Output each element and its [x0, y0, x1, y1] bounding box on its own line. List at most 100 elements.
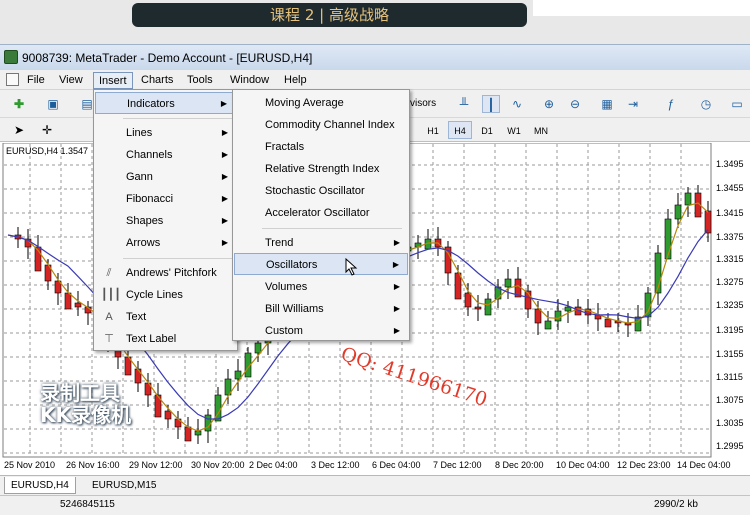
- indicator-group-custom[interactable]: Custom ▶: [234, 320, 408, 342]
- timeframe-d1[interactable]: D1: [475, 121, 499, 139]
- text-icon: A: [105, 311, 113, 323]
- insert-fibonacci[interactable]: Fibonacci ▶: [95, 188, 236, 210]
- banner-blank: [533, 0, 750, 16]
- candle-body: [544, 320, 552, 330]
- time-axis-label: 12 Dec 23:00: [617, 460, 671, 470]
- price-axis-label: 1.3495: [716, 159, 744, 169]
- cursor-tool-icon[interactable]: ➤: [10, 121, 28, 139]
- price-axis-label: 1.3195: [716, 325, 744, 335]
- submenu-arrow-icon: ▶: [220, 99, 227, 108]
- candle-body: [534, 308, 542, 324]
- profiles-icon[interactable]: ▣: [44, 95, 62, 113]
- timeframe-w1[interactable]: W1: [502, 121, 526, 139]
- candlestick-icon[interactable]: ┃: [482, 95, 500, 113]
- bar-chart-icon[interactable]: ╨: [455, 95, 473, 113]
- price-axis-label: 1.3375: [716, 232, 744, 242]
- candle-body: [474, 306, 482, 310]
- insert-channels[interactable]: Channels ▶: [95, 144, 236, 166]
- templates-icon[interactable]: ▭: [728, 95, 746, 113]
- insert-indicators-label: Indicators: [127, 98, 175, 110]
- time-axis-label: 14 Dec 04:00: [677, 460, 731, 470]
- timeframe-h1[interactable]: H1: [421, 121, 445, 139]
- price-axis-label: 1.3235: [716, 300, 744, 310]
- submenu-arrow-icon: ▶: [393, 326, 400, 335]
- tab-eurusd-m15[interactable]: EURUSD,M15: [86, 477, 162, 494]
- price-axis-label: 1.3035: [716, 418, 744, 428]
- oscillators-label: Oscillators: [266, 259, 318, 271]
- price-axis-label: 1.3115: [716, 372, 743, 382]
- expert-advisors-label[interactable]: visors: [410, 96, 436, 112]
- line-chart-icon[interactable]: ∿: [508, 95, 526, 113]
- insert-gann-label: Gann: [126, 171, 153, 183]
- insert-lines[interactable]: Lines ▶: [95, 122, 236, 144]
- indicator-cci[interactable]: Commodity Channel Index: [234, 114, 408, 136]
- time-axis-label: 7 Dec 12:00: [433, 460, 482, 470]
- price-axis-label: 1.3155: [716, 349, 744, 359]
- menu-window[interactable]: Window: [225, 72, 274, 89]
- chart-menu-icon[interactable]: [6, 73, 19, 86]
- candle-body: [684, 192, 692, 206]
- insert-arrows[interactable]: Arrows ▶: [95, 232, 236, 254]
- window-title: 9008739: MetaTrader - Demo Account - [EU…: [22, 51, 313, 65]
- insert-text-label-item[interactable]: ⊤ Text Label: [95, 328, 236, 350]
- chart-shift-icon[interactable]: ⇥: [624, 95, 642, 113]
- course-banner: 课程 2 | 高级战略: [132, 3, 527, 27]
- insert-cycle-lines[interactable]: ┃┃┃ Cycle Lines: [95, 284, 236, 306]
- indicator-group-trend[interactable]: Trend ▶: [234, 232, 408, 254]
- indicator-accelerator[interactable]: Accelerator Oscillator: [234, 202, 408, 224]
- insert-andrews-pitchfork[interactable]: ⫽ Andrews' Pitchfork: [95, 262, 236, 284]
- menu-view[interactable]: View: [54, 72, 88, 89]
- cycle-lines-icon: ┃┃┃: [101, 289, 121, 301]
- indicators-list-icon[interactable]: ƒ: [662, 95, 680, 113]
- bill-williams-label: Bill Williams: [265, 303, 324, 315]
- indicator-fractals[interactable]: Fractals: [234, 136, 408, 158]
- insert-text[interactable]: A Text: [95, 306, 236, 328]
- candle-body: [64, 292, 72, 310]
- insert-gann[interactable]: Gann ▶: [95, 166, 236, 188]
- menu-separator: [262, 228, 402, 229]
- indicators-submenu: Moving Average Commodity Channel Index F…: [232, 89, 410, 341]
- submenu-arrow-icon: ▶: [221, 194, 228, 203]
- candle-body: [604, 318, 612, 328]
- timeframe-mn[interactable]: MN: [529, 121, 553, 139]
- candle-body: [484, 298, 492, 316]
- insert-shapes[interactable]: Shapes ▶: [95, 210, 236, 232]
- tile-windows-icon[interactable]: ▦: [598, 95, 616, 113]
- submenu-arrow-icon: ▶: [221, 238, 228, 247]
- insert-cycle-lines-label: Cycle Lines: [126, 289, 183, 301]
- crosshair-icon[interactable]: ✛: [38, 121, 56, 139]
- indicator-moving-average[interactable]: Moving Average: [234, 92, 408, 114]
- menu-separator: [123, 118, 233, 119]
- timeframe-h4[interactable]: H4: [448, 121, 472, 139]
- indicator-rsi[interactable]: Relative Strength Index: [234, 158, 408, 180]
- insert-fibonacci-label: Fibonacci: [126, 193, 174, 205]
- indicator-stochastic[interactable]: Stochastic Oscillator: [234, 180, 408, 202]
- metatrader-icon: [4, 50, 18, 64]
- indicator-group-oscillators[interactable]: Oscillators ▶: [234, 253, 408, 275]
- menu-tools[interactable]: Tools: [182, 72, 218, 89]
- menu-file[interactable]: File: [22, 72, 50, 89]
- custom-label: Custom: [265, 325, 303, 337]
- insert-indicators[interactable]: Indicators ▶: [95, 92, 236, 114]
- menu-help[interactable]: Help: [279, 72, 312, 89]
- candle-body: [464, 292, 472, 308]
- periods-icon[interactable]: ◷: [697, 95, 715, 113]
- time-axis-label: 25 Nov 2010: [4, 460, 56, 470]
- new-chart-icon[interactable]: ✚: [10, 95, 28, 113]
- zoom-in-icon[interactable]: ⊕: [540, 95, 558, 113]
- insert-arrows-label: Arrows: [126, 237, 161, 249]
- volumes-label: Volumes: [265, 281, 308, 293]
- menu-insert[interactable]: Insert: [93, 72, 133, 89]
- status-left: 5246845115: [60, 499, 115, 510]
- pitchfork-icon: ⫽: [106, 267, 112, 279]
- menu-charts[interactable]: Charts: [136, 72, 178, 89]
- zoom-out-icon[interactable]: ⊖: [566, 95, 584, 113]
- price-axis-label: 1.3455: [716, 183, 744, 193]
- indicator-group-volumes[interactable]: Volumes ▶: [234, 276, 408, 298]
- window-titlebar[interactable]: 9008739: MetaTrader - Demo Account - [EU…: [0, 44, 750, 70]
- tab-eurusd-h4[interactable]: EURUSD,H4: [4, 477, 76, 494]
- text-label-icon: ⊤: [104, 333, 114, 345]
- time-axis-label: 26 Nov 16:00: [66, 460, 120, 470]
- trend-label: Trend: [265, 237, 294, 249]
- indicator-group-bill-williams[interactable]: Bill Williams ▶: [234, 298, 408, 320]
